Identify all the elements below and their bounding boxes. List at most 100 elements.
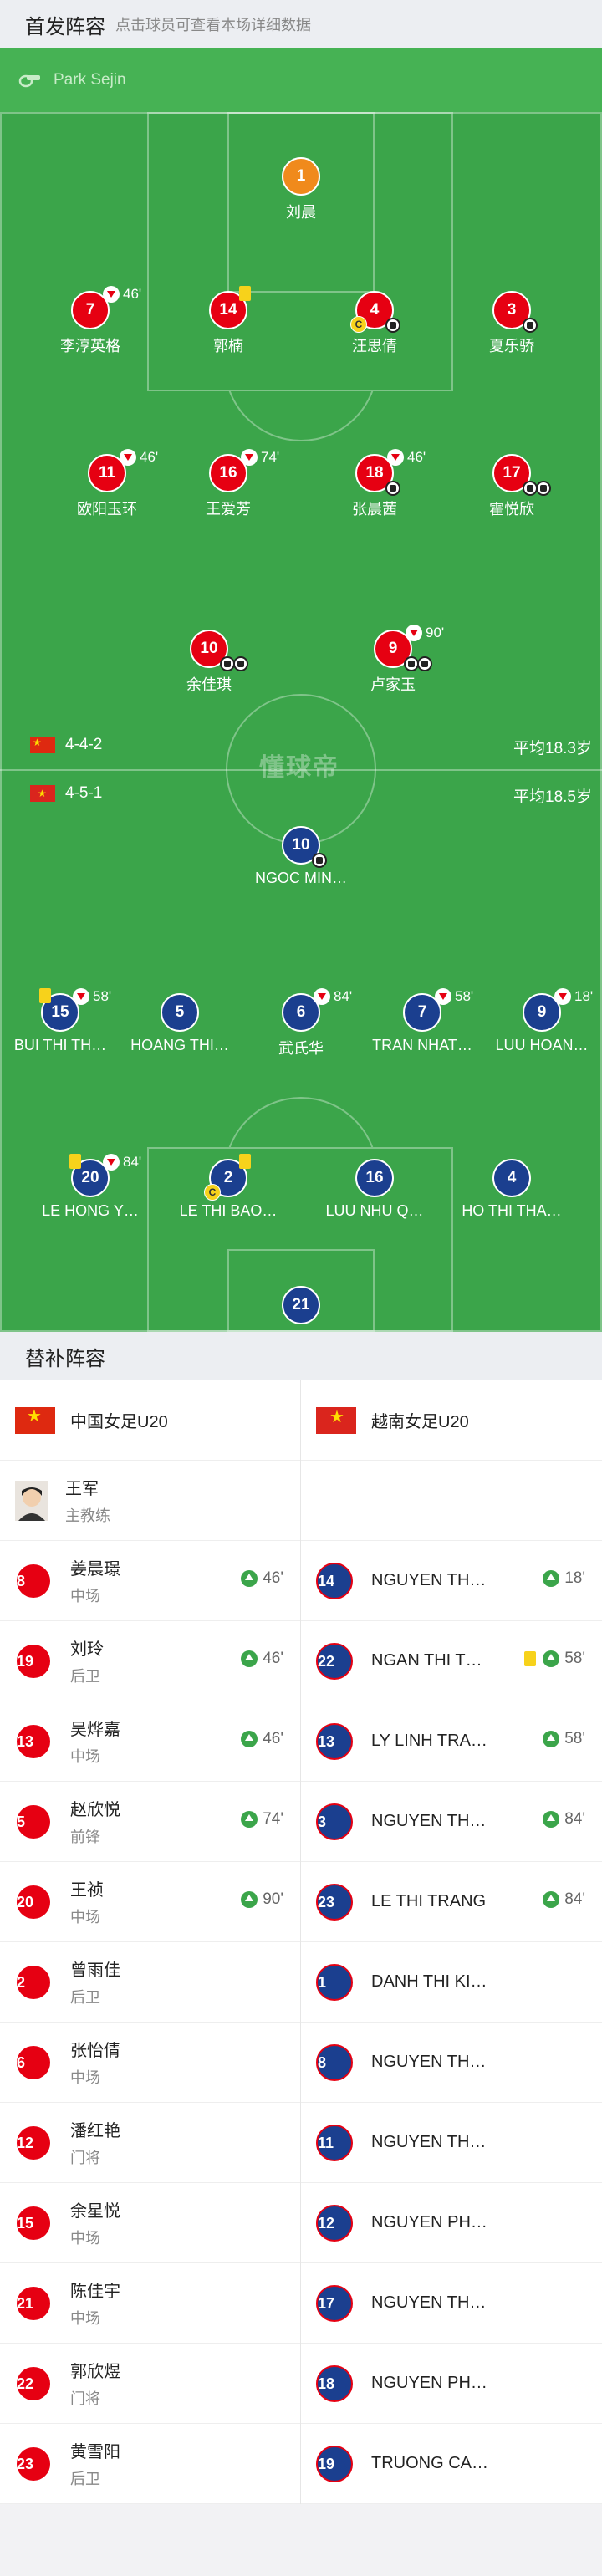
substitution-time: 90' <box>426 625 445 640</box>
home-player-16[interactable]: 16 74' 王爱芳 <box>157 449 299 519</box>
substitute-row[interactable]: 21 陈佳宇 中场 <box>0 2263 300 2344</box>
away-formation: 4-5-1 <box>65 784 103 802</box>
substitute-row[interactable]: 1 DANH THI KI… <box>301 1942 602 2023</box>
substituted-out-icon <box>120 449 136 466</box>
substitute-row[interactable]: 11 NGUYEN TH… <box>301 2103 602 2183</box>
substitute-row[interactable]: 13 LY LINH TRA… 58' <box>301 1701 602 1782</box>
substituted-out-icon <box>406 625 422 641</box>
home-player-3[interactable]: 3 夏乐骄 <box>441 291 583 356</box>
jersey-number: 18 <box>316 2364 353 2402</box>
jersey-number: 2 <box>15 1963 52 2001</box>
substitute-row[interactable]: 3 NGUYEN TH… 84' <box>301 1782 602 1862</box>
home-team-info: ★ 4-4-2 <box>30 736 102 754</box>
away-coach-row-empty <box>301 1461 602 1541</box>
substitute-row[interactable]: 20 王祯 中场 90' <box>0 1862 300 1942</box>
substitution-time: 46' <box>140 449 159 465</box>
home-player-1[interactable]: 1 刘晨 <box>230 157 372 222</box>
substitute-name: 赵欣悦 <box>70 1801 120 1819</box>
substitute-row[interactable]: 12 潘红艳 门将 <box>0 2103 300 2183</box>
substitute-row[interactable]: 14 NGUYEN TH… 18' <box>301 1541 602 1621</box>
substituted-out-icon <box>103 286 120 303</box>
away-player-10[interactable]: 10 NGOC MIN… <box>230 826 372 887</box>
substitute-row[interactable]: 2 曾雨佳后卫 <box>0 1942 300 2023</box>
substitute-row[interactable]: 15 余星悦 中场 <box>0 2183 300 2263</box>
jersey-number: 6 84' <box>282 988 352 1032</box>
substitution-time: 58' <box>564 1730 585 1747</box>
substitute-position: 中场 <box>70 2310 100 2327</box>
substitute-row[interactable]: 8 NGUYEN TH… <box>301 2023 602 2103</box>
substitute-row[interactable]: 18 NGUYEN PH… <box>301 2344 602 2424</box>
away-player-16[interactable]: 16 LUU NHU Q… <box>304 1159 446 1220</box>
substituted-in-icon <box>543 1891 560 1908</box>
substitute-name: 王祯 <box>70 1881 104 1900</box>
jersey-number: 2C <box>204 1154 251 1201</box>
substitutes-header: 替补阵容 <box>0 1332 602 1380</box>
coach-row[interactable]: 王军 主教练 <box>0 1461 300 1541</box>
substitution-in: 18' <box>543 1569 585 1588</box>
away-player-9[interactable]: 9 18' LUU HOAN… <box>471 988 602 1054</box>
away-player-2[interactable]: 2 C LE THI BAO… <box>157 1154 299 1220</box>
substitute-row[interactable]: 13 吴烨嘉 中场 46' <box>0 1701 300 1782</box>
home-player-7[interactable]: 7 46' 李淳英格 <box>19 286 161 356</box>
substitution-time: 46' <box>123 286 142 302</box>
jersey-number: 22 <box>316 1642 353 1680</box>
substitute-row[interactable]: 17 NGUYEN TH… <box>301 2263 602 2344</box>
jersey-number: 3 <box>492 291 538 333</box>
player-name: 张晨茜 <box>352 501 397 518</box>
player-name: 霍悦欣 <box>489 501 534 518</box>
jersey-number: 4C <box>350 291 400 333</box>
substitute-position: 门将 <box>70 2390 100 2407</box>
away-substitutes-column: ★ 越南女足U20 14 NGUYEN TH… 18' 22 NGAN THI T… 58… <box>301 1380 602 2504</box>
substitute-row[interactable]: 8 姜晨璟 中场 46' <box>0 1541 300 1621</box>
goal-ball-icon <box>417 656 432 671</box>
substitution-time: 46' <box>263 1569 283 1587</box>
substitute-name: LY LINH TRA… <box>371 1732 487 1750</box>
substitute-row[interactable]: 6 张怡倩 中场 <box>0 2023 300 2103</box>
home-player-18[interactable]: 18 46' 张晨茜 <box>304 449 446 519</box>
away-player-20[interactable]: 20 84' LE HONG Y… <box>19 1154 161 1220</box>
substitute-row[interactable]: 23 LE THI TRANG 84' <box>301 1862 602 1942</box>
substitute-name: NGUYEN TH… <box>371 1812 487 1830</box>
home-player-4[interactable]: 4 C 汪思倩 <box>304 291 446 356</box>
substitute-name: TRUONG CA… <box>371 2454 488 2472</box>
substitute-position: 后卫 <box>70 2471 100 2487</box>
china-flag-icon: ★ <box>30 737 55 753</box>
goal-ball-icon <box>385 481 400 496</box>
substitute-position: 中场 <box>70 1748 100 1765</box>
jersey-number: 9 18' <box>523 988 593 1032</box>
away-player-21[interactable]: 21 LE THI THU <box>230 1286 372 1332</box>
away-team-info: ★ 4-5-1 <box>30 784 102 803</box>
player-name: LE THI THU <box>230 1329 372 1332</box>
section-title: 首发阵容 <box>25 15 105 38</box>
substituted-in-icon <box>241 1731 258 1747</box>
home-player-14[interactable]: 14 郭楠 <box>157 286 299 356</box>
substitute-row[interactable]: 5 赵欣悦 前锋 74' <box>0 1782 300 1862</box>
substitute-position: 后卫 <box>70 1989 100 2006</box>
substitution-time: 18' <box>574 988 594 1004</box>
substitute-position: 门将 <box>70 2150 100 2166</box>
substituted-in-icon <box>241 1891 258 1908</box>
home-player-10[interactable]: 10 余佳琪 <box>138 630 280 695</box>
substitute-row[interactable]: 12 NGUYEN PH… <box>301 2183 602 2263</box>
jersey-number: 11 46' <box>88 449 158 492</box>
substitution-time: 84' <box>334 988 353 1004</box>
jersey-number: 17 <box>492 454 551 496</box>
substitution-time: 18' <box>564 1569 585 1587</box>
jersey-number: 16 74' <box>209 449 279 492</box>
player-name: 郭楠 <box>213 338 243 355</box>
home-player-17[interactable]: 17 霍悦欣 <box>441 454 583 519</box>
home-player-9[interactable]: 9 90' 卢家玉 <box>322 625 464 695</box>
substitute-row[interactable]: 22 郭欣煜 门将 <box>0 2344 300 2424</box>
substitute-row[interactable]: 19 TRUONG CA… <box>301 2424 602 2504</box>
home-formation: 4-4-2 <box>65 736 103 753</box>
jersey-number: 13 <box>316 1722 353 1760</box>
substitute-row[interactable]: 22 NGAN THI T… 58' <box>301 1621 602 1701</box>
substitution-time: 46' <box>407 449 426 465</box>
substituted-out-icon <box>314 988 330 1005</box>
substitute-row[interactable]: 23 黄雪阳 后卫 <box>0 2424 300 2504</box>
away-player-4[interactable]: 4 HO THI THA… <box>441 1159 583 1220</box>
yellow-card-icon <box>239 1154 251 1169</box>
substitute-name: LE THI TRANG <box>371 1892 487 1910</box>
substitute-name: 曾雨佳 <box>70 1961 120 1980</box>
substitute-row[interactable]: 19 刘玲 后卫 46' <box>0 1621 300 1701</box>
